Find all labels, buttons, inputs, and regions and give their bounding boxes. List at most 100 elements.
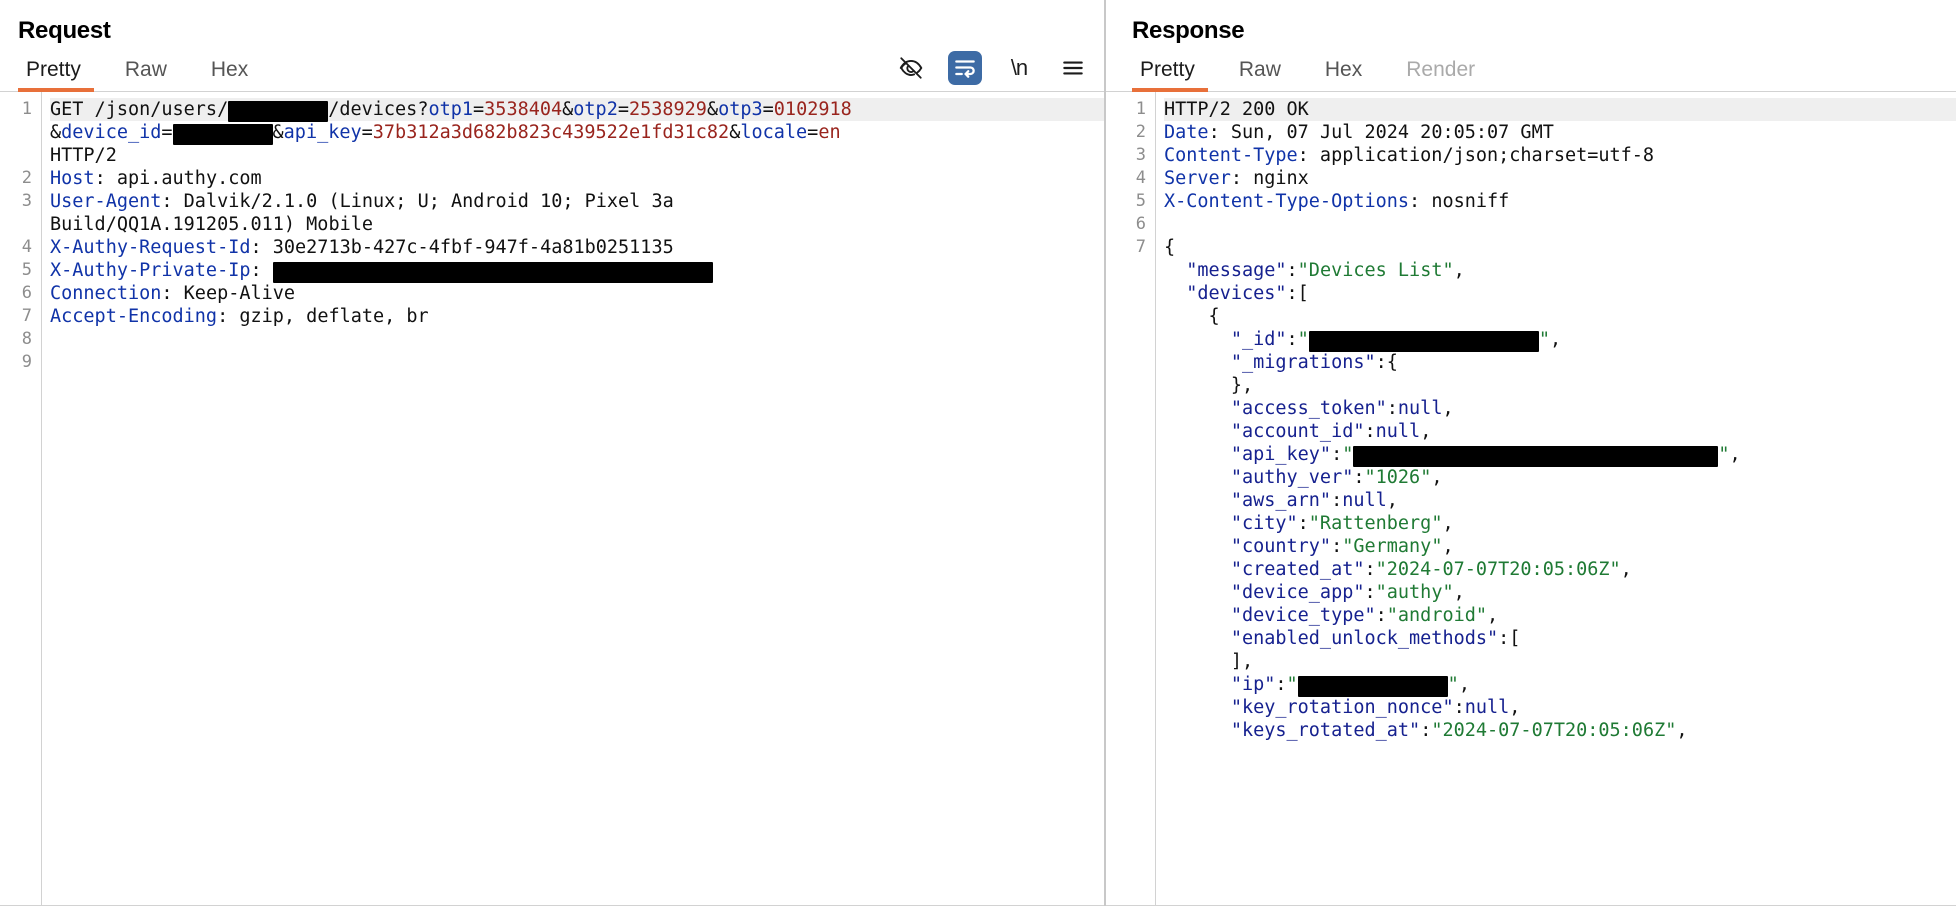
code-token: },	[1164, 375, 1254, 396]
tab-request-hex[interactable]: Hex	[198, 58, 261, 91]
code-token: "_migrations"	[1164, 352, 1376, 373]
code-token: :	[1331, 490, 1343, 511]
code-token: :	[1286, 260, 1298, 281]
code-line: X-Content-Type-Options: nosniff	[1164, 190, 1956, 213]
code-token: "1026"	[1364, 467, 1432, 488]
response-code[interactable]: HTTP/2 200 OK Date: Sun, 07 Jul 2024 20:0…	[1156, 92, 1956, 906]
code-token: "keys_rotated_at"	[1164, 720, 1421, 741]
code-line: "message":"Devices List",	[1164, 259, 1956, 282]
response-pane: Response Pretty Raw Hex Render 1 2 3 4 5 6 7 H…	[1106, 0, 1956, 906]
line-number: 6	[1135, 214, 1146, 234]
code-token: : gzip, deflate, br	[217, 306, 429, 327]
code-token: :	[1364, 582, 1376, 603]
code-token: otp1	[428, 99, 474, 120]
code-line: "api_key":" ",	[1164, 443, 1956, 467]
line-number	[0, 144, 32, 167]
hide-icon[interactable]	[894, 51, 928, 85]
code-token: "api_key"	[1164, 444, 1332, 465]
code-token: "message"	[1164, 260, 1287, 281]
tab-request-pretty[interactable]: Pretty	[18, 58, 94, 92]
line-number: 6	[21, 283, 32, 303]
tab-request-raw[interactable]: Raw	[112, 58, 180, 91]
request-editor[interactable]: 1 2 3 4 5 6 7 8 9 GET /json/users/ /devices?otp1…	[0, 92, 1104, 906]
tab-response-render: Render	[1406, 58, 1476, 81]
code-token: ],	[1164, 651, 1254, 672]
line-number	[1106, 581, 1146, 604]
menu-icon[interactable]	[1056, 51, 1090, 85]
code-token: "2024-07-07T20:05:06Z"	[1375, 559, 1621, 580]
code-line: "_id":" ",	[1164, 328, 1956, 352]
code-token: "2024-07-07T20:05:06Z"	[1431, 720, 1677, 741]
code-token: {	[1164, 237, 1176, 258]
code-token: Date	[1164, 122, 1209, 143]
code-token: ,	[1442, 398, 1454, 419]
line-number	[1106, 650, 1146, 673]
redacted-value	[272, 262, 713, 283]
code-token: otp3	[718, 99, 763, 120]
line-number: 3	[21, 191, 32, 211]
code-token: ,	[1458, 674, 1470, 695]
code-token: :{	[1375, 352, 1398, 373]
line-number	[0, 213, 32, 236]
code-token: "key_rotation_nonce"	[1164, 697, 1454, 718]
line-number: 3	[1135, 145, 1146, 165]
line-number: 2	[21, 168, 32, 188]
code-token: otp2	[573, 99, 618, 120]
code-token: "	[1447, 674, 1459, 695]
code-token: ,	[1442, 536, 1454, 557]
code-token: ,	[1386, 490, 1398, 511]
code-token: /devices?	[328, 99, 429, 120]
code-token: Content-Type	[1164, 145, 1298, 166]
request-tabs: Pretty Raw Hex	[18, 58, 279, 92]
code-token: User-Agent	[50, 191, 162, 212]
code-token: null	[1397, 398, 1443, 419]
code-line: "country":"Germany",	[1164, 535, 1956, 558]
response-line-numbers: 1 2 3 4 5 6 7	[1106, 92, 1156, 906]
code-token: Connection	[50, 283, 162, 304]
code-line: "key_rotation_nonce":null,	[1164, 696, 1956, 719]
code-token: "enabled_unlock_methods"	[1164, 628, 1499, 649]
code-line: {	[1164, 236, 1956, 259]
code-token: : api.authy.com	[94, 168, 262, 189]
code-token: HTTP/2 200 OK	[1164, 99, 1309, 120]
code-token: "device_type"	[1164, 605, 1376, 626]
code-line: Server: nginx	[1164, 167, 1956, 190]
code-line: "created_at":"2024-07-07T20:05:06Z",	[1164, 558, 1956, 581]
tab-response-pretty[interactable]: Pretty	[1132, 58, 1208, 92]
line-number	[1106, 305, 1146, 328]
code-token: :	[1331, 444, 1343, 465]
code-token: :	[1331, 536, 1343, 557]
code-token: : Dalvik/2.1.0 (Linux; U; Android 10; Pi…	[161, 191, 674, 212]
code-token: : nginx	[1230, 168, 1309, 189]
line-number: 1	[1135, 99, 1146, 119]
tab-response-raw[interactable]: Raw	[1226, 58, 1294, 91]
newline-icon[interactable]: \n	[1002, 51, 1036, 85]
line-number: 7	[21, 306, 32, 326]
code-token: ,	[1509, 697, 1521, 718]
code-token: ,	[1487, 605, 1499, 626]
code-line: ],	[1164, 650, 1956, 673]
code-line: X-Authy-Request-Id: 30e2713b-427c-4fbf-9…	[50, 236, 1104, 259]
code-token: :	[1386, 398, 1398, 419]
redacted-value	[1308, 331, 1539, 352]
code-token: =	[473, 99, 485, 120]
line-number: 4	[1135, 168, 1146, 188]
response-tabs: Pretty Raw Hex Render	[1132, 58, 1506, 92]
line-number	[1106, 535, 1146, 558]
code-token: "devices"	[1164, 283, 1287, 304]
response-editor[interactable]: 1 2 3 4 5 6 7 HTTP/2 200 OK Date: Sun, 07 Jul 2…	[1106, 92, 1956, 906]
code-token: Accept-Encoding	[50, 306, 218, 327]
code-line: },	[1164, 374, 1956, 397]
code-token: :	[1375, 605, 1387, 626]
response-tabstrip: Pretty Raw Hex Render	[1106, 48, 1956, 92]
tab-response-hex[interactable]: Hex	[1312, 58, 1375, 91]
word-wrap-icon[interactable]	[948, 51, 982, 85]
code-token: "country"	[1164, 536, 1332, 557]
newline-label: \n	[1010, 55, 1028, 80]
code-token: "authy"	[1375, 582, 1454, 603]
code-line: {	[1164, 305, 1956, 328]
code-token: :	[1297, 513, 1309, 534]
code-line: HTTP/2 200 OK	[1164, 98, 1956, 121]
request-code[interactable]: GET /json/users/ /devices?otp1=3538404&o…	[42, 92, 1104, 906]
code-token: ,	[1453, 582, 1465, 603]
